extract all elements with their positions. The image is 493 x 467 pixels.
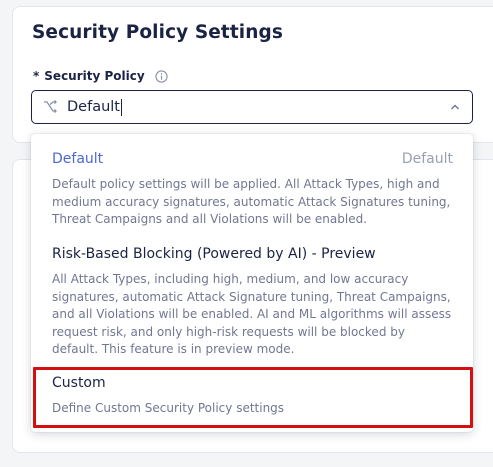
option-title: Custom xyxy=(52,375,106,391)
option-meta: Default xyxy=(401,151,453,167)
option-description: Define Custom Security Policy settings xyxy=(52,401,285,415)
option-description: All Attack Types, including high, medium… xyxy=(52,272,452,356)
option-risk-based-blocking[interactable]: Risk-Based Blocking (Powered by AI) - Pr… xyxy=(31,245,473,359)
security-policy-select[interactable]: Default xyxy=(31,90,473,124)
chevron-up-icon[interactable] xyxy=(449,101,461,113)
option-default[interactable]: Default Default Default policy settings … xyxy=(31,150,473,229)
security-policy-label: * Security Policy xyxy=(33,69,168,83)
text-cursor xyxy=(120,98,122,116)
field-label-text: Security Policy xyxy=(44,69,145,83)
security-policy-dropdown: Default Default Default policy settings … xyxy=(31,134,473,432)
info-icon[interactable] xyxy=(155,69,168,83)
policy-branch-icon xyxy=(44,100,57,113)
select-value: Default xyxy=(67,99,120,115)
option-description: Default policy settings will be applied.… xyxy=(52,177,451,226)
option-title: Default xyxy=(52,151,104,167)
option-custom[interactable]: Custom Define Custom Security Policy set… xyxy=(31,374,473,418)
page-title: Security Policy Settings xyxy=(32,22,283,43)
required-marker: * xyxy=(33,69,40,83)
option-title: Risk-Based Blocking (Powered by AI) - Pr… xyxy=(52,246,376,262)
